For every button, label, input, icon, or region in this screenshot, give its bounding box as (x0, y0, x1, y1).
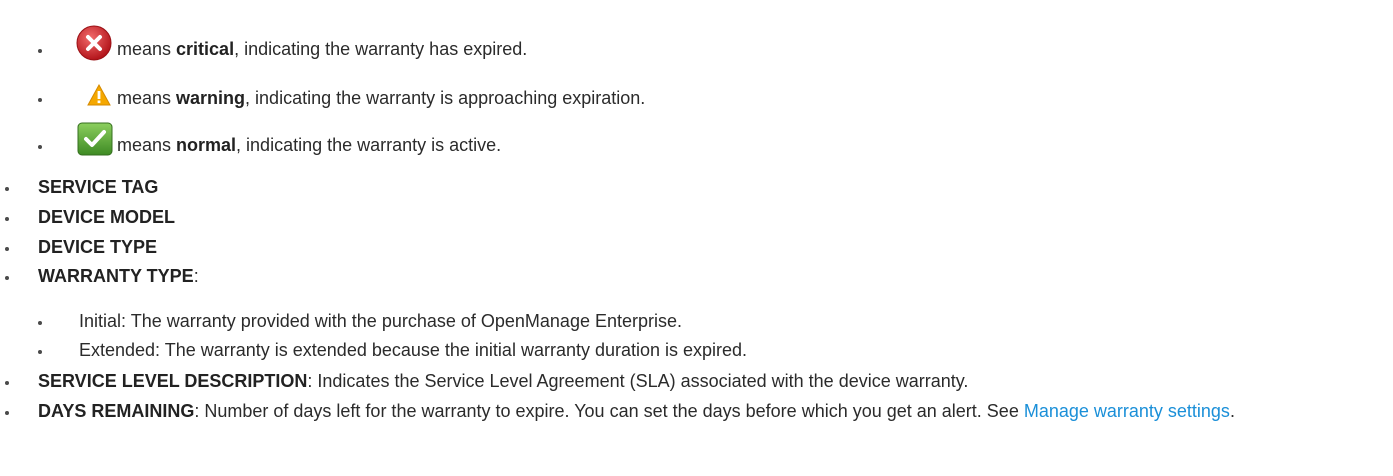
bullet (38, 49, 42, 53)
bullet (5, 217, 9, 221)
column-name: SERVICE TAG (38, 177, 159, 197)
warning-icon (87, 84, 111, 106)
column-name: SERVICE LEVEL DESCRIPTION (38, 371, 308, 391)
column-name: DAYS REMAINING (38, 401, 195, 421)
bullet (38, 321, 42, 325)
critical-icon (76, 25, 112, 61)
bullet (38, 145, 42, 149)
warranty-type-text: Extended: The warranty is extended becau… (79, 340, 748, 360)
status-text: means warning, indicating the warranty i… (117, 88, 646, 108)
status-text: means normal, indicating the warranty is… (117, 135, 502, 155)
column-name: DEVICE TYPE (38, 237, 158, 257)
bullet (5, 381, 9, 385)
bullet (38, 98, 42, 102)
warranty-type-text: Initial: The warranty provided with the … (79, 311, 682, 331)
bullet (5, 187, 9, 191)
bullet (5, 247, 9, 251)
status-term: normal (176, 135, 237, 155)
column-description: : Indicates the Service Level Agreement … (307, 371, 969, 391)
status-text: means critical, indicating the warranty … (117, 39, 528, 59)
bullet (38, 350, 42, 354)
column-description: : Number of days left for the warranty t… (194, 401, 1024, 421)
status-term: warning (176, 88, 246, 108)
column-name: DEVICE MODEL (38, 207, 176, 227)
manage-warranty-settings-link[interactable]: Manage warranty settings (1024, 401, 1230, 421)
bullet (5, 411, 9, 415)
column-name: WARRANTY TYPE (38, 266, 194, 286)
status-term: critical (176, 39, 235, 59)
normal-icon (77, 122, 113, 156)
bullet (5, 276, 9, 280)
